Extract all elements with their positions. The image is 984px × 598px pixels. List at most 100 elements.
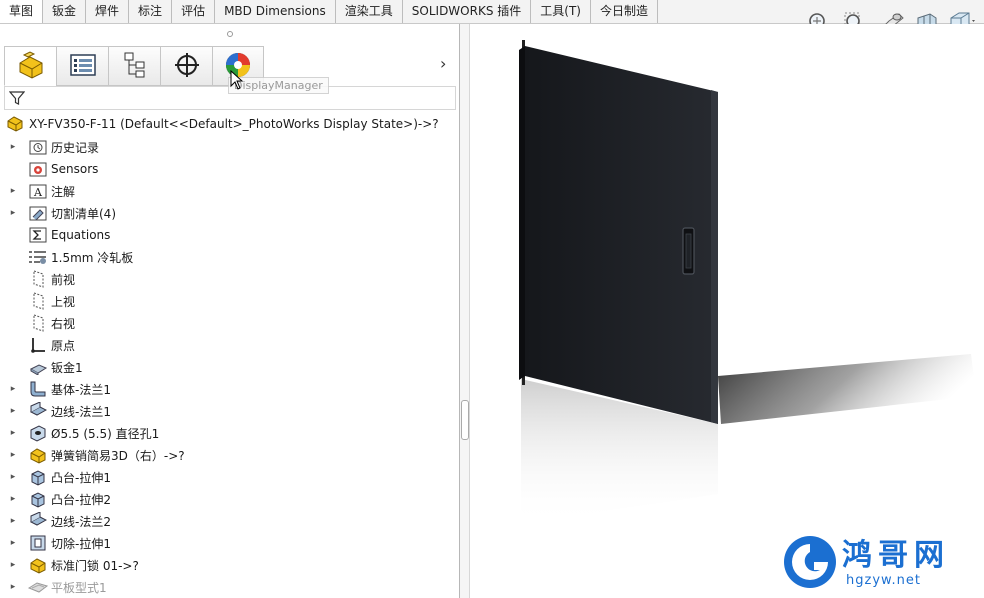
plane-icon <box>28 270 48 288</box>
feature-tree-item-label: Ø5.5 (5.5) 直径孔1 <box>51 426 160 441</box>
feature-tree-item[interactable]: ▸ 历史记录 <box>0 136 458 158</box>
command-tab[interactable]: 今日制造 <box>590 0 658 23</box>
command-tab[interactable]: 渲染工具 <box>335 0 403 23</box>
property-manager-tab[interactable] <box>56 46 108 86</box>
cut-extrude-icon <box>28 534 48 552</box>
svg-text:A: A <box>33 186 43 199</box>
equations-icon <box>28 226 48 244</box>
feature-tree-item[interactable]: ▸ 切割清单(4) <box>0 202 458 224</box>
feature-tree-item[interactable]: 右视 <box>0 312 458 334</box>
expand-arrow-icon[interactable]: ▸ <box>7 406 19 416</box>
expand-arrow-icon[interactable]: ▸ <box>7 582 19 592</box>
feature-tree-item-label: 基体-法兰1 <box>51 382 111 397</box>
command-tab[interactable]: SOLIDWORKS 插件 <box>402 0 532 23</box>
command-tab[interactable]: 钣金 <box>43 0 87 23</box>
brand-url: hgzyw.net <box>846 573 921 588</box>
feature-tree-item[interactable]: ▸ 标准门锁 01->? <box>0 554 458 576</box>
feature-tree-item-label: Equations <box>51 228 111 242</box>
configuration-manager-icon <box>122 51 148 82</box>
feature-tree-item-label: 钣金1 <box>51 360 83 375</box>
expand-arrow-icon[interactable]: ▸ <box>7 428 19 438</box>
feature-tree-item-label: Sensors <box>51 162 99 176</box>
expand-arrow-icon[interactable]: ▸ <box>7 494 19 504</box>
feature-tree-item[interactable]: ▸ A 注解 <box>0 180 458 202</box>
feature-tree-item[interactable]: 1.5mm 冷轧板 <box>0 246 458 268</box>
property-manager-icon <box>69 53 97 80</box>
edge-flange-icon <box>28 512 48 530</box>
tree-root-label: XY-FV350-F-11 (Default<<Default>_PhotoWo… <box>29 117 439 131</box>
feature-tree-item[interactable]: ▸ 边线-法兰1 <box>0 400 458 422</box>
part-icon <box>6 114 24 135</box>
command-tab[interactable]: 评估 <box>172 0 216 23</box>
command-tab[interactable]: MBD Dimensions <box>215 0 336 23</box>
filter-icon <box>8 90 26 109</box>
base-flange-icon <box>28 380 48 398</box>
feature-tree-item[interactable]: 钣金1 <box>0 356 458 378</box>
brand-name: 鸿哥网 <box>842 538 950 573</box>
dimxpert-manager-tab[interactable] <box>160 46 212 86</box>
feature-tree-item[interactable]: 前视 <box>0 268 458 290</box>
feature-tree-item-label: 弹簧销简易3D（右）->? <box>51 448 185 463</box>
feature-tree-item[interactable]: Equations <box>0 224 458 246</box>
history-folder-icon <box>28 138 48 156</box>
graphics-area[interactable] <box>471 24 984 598</box>
feature-tree-item[interactable]: 上视 <box>0 290 458 312</box>
feature-tree-item[interactable]: ▸ Ø5.5 (5.5) 直径孔1 <box>0 422 458 444</box>
feature-manager-icon <box>16 50 46 82</box>
expand-arrow-icon[interactable]: ▸ <box>7 384 19 394</box>
command-tab-strip: 草图 钣金 焊件 标注 评估 MBD Dimensions 渲染工具 SOLIDWORKS 插… <box>0 0 658 23</box>
feature-tree-item-label: 原点 <box>51 338 76 353</box>
feature-tree-item-label: 右视 <box>51 316 76 331</box>
panel-pin-dot[interactable] <box>227 31 233 37</box>
splitter-grip[interactable] <box>461 400 469 440</box>
sensors-folder-icon <box>28 160 48 178</box>
manager-tabs <box>4 46 264 86</box>
origin-icon <box>28 336 48 354</box>
sheet-metal-icon <box>28 358 48 376</box>
expand-arrow-icon[interactable]: ▸ <box>7 472 19 482</box>
plane-icon <box>28 292 48 310</box>
panel-splitter[interactable] <box>460 24 470 598</box>
boss-extrude-icon <box>28 490 48 508</box>
part-icon <box>28 556 48 574</box>
expand-arrow-icon[interactable]: ▸ <box>7 450 19 460</box>
feature-tree-item[interactable]: ▸ 凸台-拉伸1 <box>0 466 458 488</box>
feature-tree-item-label: 标准门锁 01->? <box>51 558 139 573</box>
command-tab[interactable]: 草图 <box>0 0 44 23</box>
boss-extrude-icon <box>28 468 48 486</box>
expand-arrow-icon[interactable]: ▸ <box>7 208 19 218</box>
command-tab[interactable]: 标注 <box>129 0 173 23</box>
feature-tree-item[interactable]: ▸ 弹簧销简易3D（右）->? <box>0 444 458 466</box>
plane-icon <box>28 314 48 332</box>
annotations-icon: A <box>28 182 48 200</box>
expand-arrow-icon[interactable]: ▸ <box>7 516 19 526</box>
part-icon <box>28 446 48 464</box>
command-tab[interactable]: 工具(T) <box>531 0 591 23</box>
feature-tree-item[interactable]: 原点 <box>0 334 458 356</box>
feature-manager-tab[interactable] <box>4 46 56 86</box>
feature-tree-item-label: 凸台-拉伸2 <box>51 492 111 507</box>
door-model[interactable] <box>471 24 984 598</box>
feature-tree-item[interactable]: ▸ 基体-法兰1 <box>0 378 458 400</box>
material-icon <box>28 248 48 266</box>
feature-tree-item-label: 切除-拉伸1 <box>51 536 111 551</box>
tree-root-part[interactable]: XY-FV350-F-11 (Default<<Default>_PhotoWo… <box>6 114 439 134</box>
feature-tree-item[interactable]: Sensors <box>0 158 458 180</box>
expand-arrow-icon[interactable]: ▸ <box>7 142 19 152</box>
feature-tree-item[interactable]: ▸ 边线-法兰2 <box>0 510 458 532</box>
expand-arrow-icon[interactable]: ▸ <box>7 538 19 548</box>
command-tab[interactable]: 焊件 <box>86 0 130 23</box>
feature-tree-item[interactable]: ▸ 切除-拉伸1 <box>0 532 458 554</box>
feature-tree-item[interactable]: ▸ 平板型式1 <box>0 576 458 598</box>
expand-arrow-icon[interactable]: ▸ <box>7 186 19 196</box>
configuration-manager-tab[interactable] <box>108 46 160 86</box>
expand-arrow-icon[interactable]: ▸ <box>7 560 19 570</box>
chevron-right-icon[interactable]: › <box>440 54 446 73</box>
feature-tree-item-label: 1.5mm 冷轧板 <box>51 250 134 265</box>
feature-tree-item[interactable]: ▸ 凸台-拉伸2 <box>0 488 458 510</box>
feature-tree-item-label: 凸台-拉伸1 <box>51 470 111 485</box>
flat-pattern-icon <box>28 578 48 596</box>
feature-tree-item-label: 上视 <box>51 294 76 309</box>
hole-wizard-icon <box>28 424 48 442</box>
feature-tree-item-label: 注解 <box>51 184 76 199</box>
